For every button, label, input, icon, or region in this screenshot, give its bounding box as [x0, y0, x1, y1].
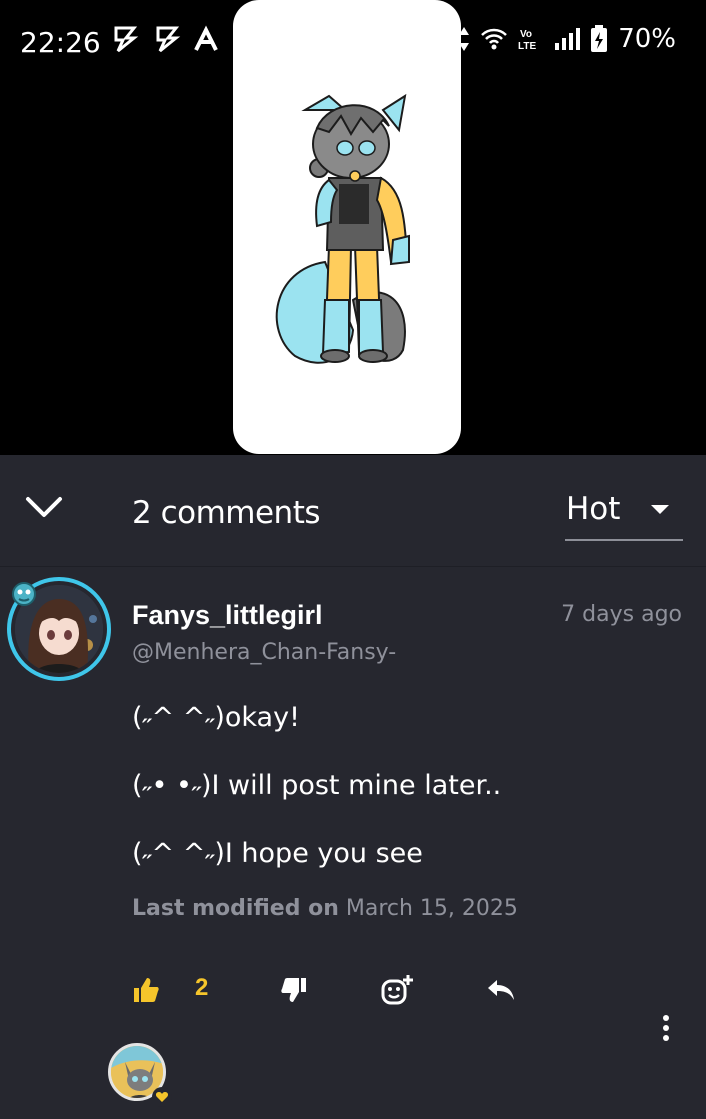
- comments-header: 2 comments Hot: [0, 455, 706, 567]
- comment-text-line: (˶• •˶)I will post mine later..: [132, 770, 502, 801]
- app-notification-icon: [194, 25, 218, 51]
- comment-actions: 2: [0, 968, 706, 1012]
- last-modified-label: Last modified on: [132, 896, 339, 921]
- media-area: 22:26 Vo LTE 70%: [0, 0, 706, 455]
- author-name[interactable]: Fanys_littlegirl: [132, 600, 323, 631]
- wifi-icon: [481, 28, 508, 50]
- collapse-comments-button[interactable]: [22, 485, 66, 529]
- comment-timestamp: 7 days ago: [561, 602, 682, 627]
- more-vertical-icon: [663, 1015, 669, 1041]
- sort-dropdown[interactable]: Hot: [565, 483, 683, 541]
- reply-icon: [488, 980, 514, 1000]
- dislike-button[interactable]: [280, 968, 308, 1012]
- character-drawing: [275, 93, 410, 364]
- like-count: 2: [195, 974, 209, 1001]
- volte-icon: VoLTE: [518, 29, 536, 52]
- comment-item: Fanys_littlegirl @Menhera_Chan-Fansy- 7 …: [0, 568, 706, 1119]
- comments-count: 2 comments: [132, 495, 321, 531]
- chevron-down-icon: [26, 497, 62, 517]
- system-status-icons: Vo LTE 70%: [458, 24, 676, 54]
- sort-value: Hot: [566, 491, 621, 527]
- dropdown-arrow-icon: [651, 505, 669, 514]
- author-handle: @Menhera_Chan-Fansy-: [132, 640, 397, 665]
- svg-text:Vo: Vo: [520, 29, 532, 40]
- signal-icon: [555, 28, 581, 50]
- comment-text-line: (˶^ ^˶)I hope you see: [132, 838, 423, 869]
- add-reaction-button[interactable]: [380, 968, 414, 1012]
- flash-notification-icon: [114, 26, 139, 53]
- data-activity-icon: [459, 27, 470, 51]
- reply-button[interactable]: [485, 968, 517, 1012]
- thumbs-up-icon: [134, 978, 159, 1002]
- thumbs-down-icon: [281, 978, 306, 1002]
- last-modified: Last modified on March 15, 2025: [132, 896, 518, 921]
- notification-icons: [110, 24, 220, 54]
- add-reaction-icon: [381, 975, 413, 1005]
- author-avatar[interactable]: [7, 577, 111, 681]
- heart-badge-icon: [152, 1087, 172, 1107]
- like-button[interactable]: [132, 968, 160, 1012]
- comment-text-line: (˶^ ^˶)okay!: [132, 702, 300, 733]
- last-modified-date: March 15, 2025: [345, 896, 518, 921]
- more-options-button[interactable]: [656, 1010, 676, 1046]
- flash-notification-icon: [156, 26, 181, 53]
- status-time: 22:26: [20, 26, 101, 59]
- current-user-avatar[interactable]: [108, 1043, 172, 1107]
- svg-text:LTE: LTE: [518, 41, 536, 52]
- battery-percent: 70%: [618, 24, 676, 54]
- character-art-preview[interactable]: [233, 0, 461, 454]
- battery-charging-icon: [591, 25, 608, 52]
- avatar-badge-icon: [12, 582, 36, 606]
- status-bar: 22:26 Vo LTE 70%: [0, 0, 706, 454]
